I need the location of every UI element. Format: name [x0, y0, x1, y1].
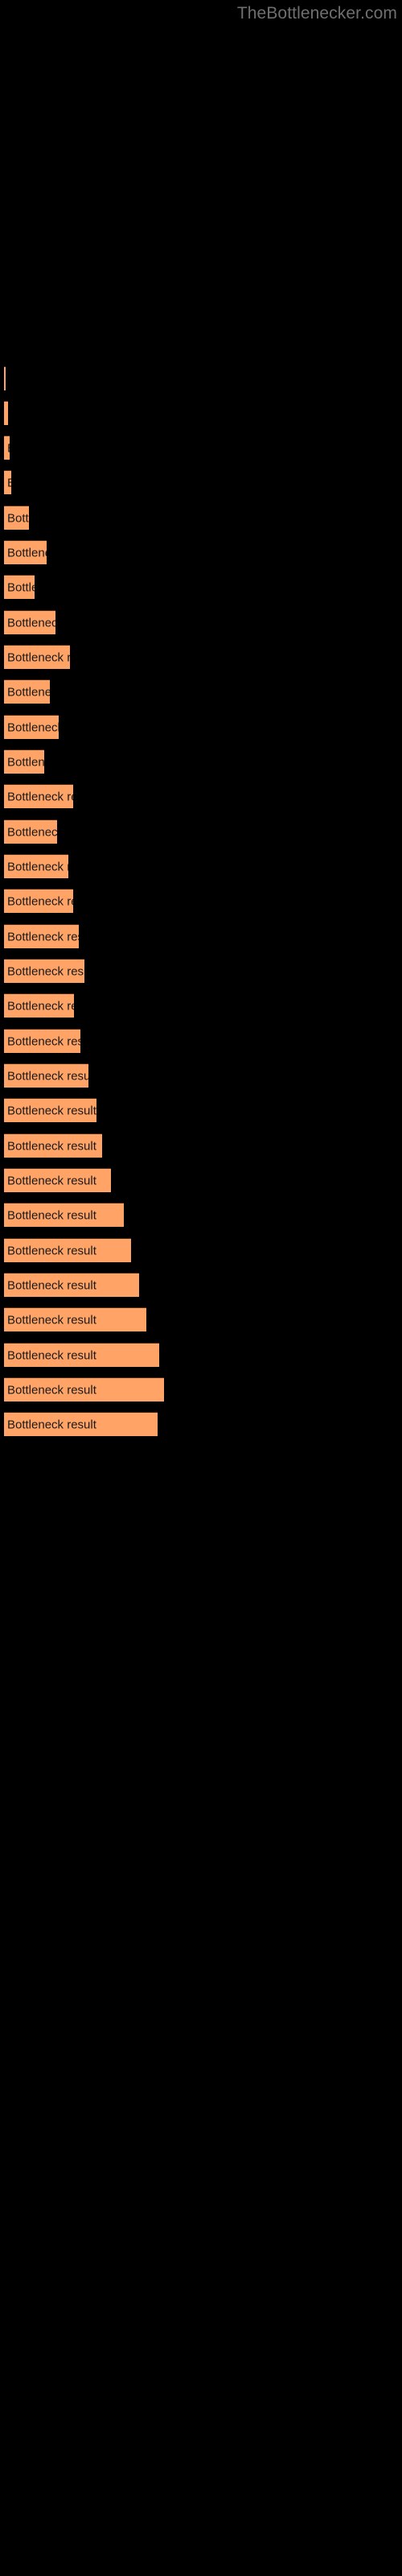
bar-11[interactable]: Bottleneck result	[4, 715, 59, 739]
bar-29[interactable]: Bottleneck result	[4, 1343, 159, 1367]
bar-3[interactable]: Bottleneck result	[4, 436, 10, 460]
bottleneck-bar-chart: Bottleneck result Bottleneck result Bottle…	[0, 0, 402, 2576]
bar-label: Bottleneck result	[7, 1034, 80, 1048]
bar-label: Bottleneck result	[7, 685, 50, 699]
bar-19[interactable]: Bottleneck result	[4, 993, 74, 1018]
bar-18[interactable]: Bottleneck result	[4, 959, 84, 983]
bar-label: Bottleneck result	[7, 1069, 88, 1083]
bar-6[interactable]: Bottleneck result	[4, 540, 47, 564]
bar-26[interactable]: Bottleneck result	[4, 1238, 131, 1262]
bar-label: Bottleneck result	[7, 964, 84, 978]
bar-label: Bottleneck result	[7, 407, 8, 420]
bar-label: Bottleneck result	[7, 511, 29, 525]
bar-2[interactable]: Bottleneck result	[4, 401, 8, 425]
bar-30[interactable]: Bottleneck result	[4, 1377, 164, 1402]
bar-4[interactable]: Bottleneck result	[4, 470, 11, 494]
bar-label: Bottleneck result	[7, 825, 57, 839]
bar-13[interactable]: Bottleneck result	[4, 784, 73, 808]
bar-label: Bottleneck result	[7, 930, 79, 943]
bar-label: Bottleneck result	[7, 1174, 96, 1187]
bar-24[interactable]: Bottleneck result	[4, 1168, 111, 1192]
bar-label: Bottleneck result	[7, 860, 68, 873]
bar-label: Bottleneck result	[7, 755, 44, 769]
bar-label: Bottleneck result	[7, 1348, 96, 1362]
bar-23[interactable]: Bottleneck result	[4, 1133, 102, 1158]
bar-label: Bottleneck result	[7, 580, 35, 594]
bar-label: Bottleneck result	[7, 1244, 96, 1257]
bar-5[interactable]: Bottleneck result	[4, 506, 29, 530]
bar-28[interactable]: Bottleneck result	[4, 1307, 146, 1331]
bar-12[interactable]: Bottleneck result	[4, 749, 44, 774]
bar-9[interactable]: Bottleneck result	[4, 645, 70, 669]
bar-label: Bottleneck result	[7, 894, 73, 908]
bar-14[interactable]: Bottleneck result	[4, 819, 57, 844]
bar-25[interactable]: Bottleneck result	[4, 1203, 124, 1227]
bar-label: Bottleneck result	[7, 720, 59, 734]
bar-label: Bottleneck result	[7, 1313, 96, 1327]
bar-label: Bottleneck result	[7, 1139, 96, 1153]
bar-label: Bottleneck result	[7, 790, 73, 803]
bar-20[interactable]: Bottleneck result	[4, 1029, 80, 1053]
bar-label: Bottleneck result	[7, 476, 11, 489]
bar-7[interactable]: Bottleneck result	[4, 575, 35, 599]
bar-1[interactable]: Bottleneck result	[4, 366, 6, 390]
bar-15[interactable]: Bottleneck result	[4, 854, 68, 878]
bar-label: Bottleneck result	[7, 1418, 96, 1431]
bar-27[interactable]: Bottleneck result	[4, 1273, 139, 1297]
bar-10[interactable]: Bottleneck result	[4, 679, 50, 704]
bar-label: Bottleneck result	[7, 1104, 96, 1117]
bar-22[interactable]: Bottleneck result	[4, 1098, 96, 1122]
bar-label: Bottleneck result	[7, 616, 55, 630]
bar-8[interactable]: Bottleneck result	[4, 610, 55, 634]
bar-label: Bottleneck result	[7, 546, 47, 559]
bar-label: Bottleneck result	[7, 1383, 96, 1397]
bar-label: Bottleneck result	[7, 999, 74, 1013]
bar-31[interactable]: Bottleneck result	[4, 1412, 158, 1436]
bar-16[interactable]: Bottleneck result	[4, 889, 73, 913]
bar-label: Bottleneck result	[7, 1278, 96, 1292]
bar-21[interactable]: Bottleneck result	[4, 1063, 88, 1088]
bar-17[interactable]: Bottleneck result	[4, 924, 79, 948]
bar-label: Bottleneck result	[7, 650, 70, 664]
bar-label: Bottleneck result	[7, 441, 10, 455]
bar-label: Bottleneck result	[7, 1208, 96, 1222]
